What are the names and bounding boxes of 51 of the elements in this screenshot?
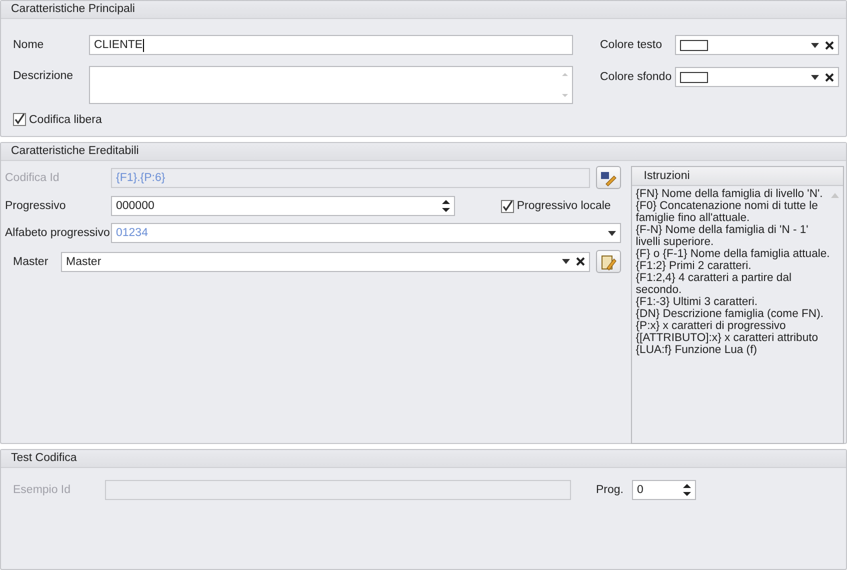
field-label: Codifica Id [5, 172, 60, 184]
instruction-text: {F} o {F-1} Nome della famiglia attuale. [636, 248, 831, 260]
group-header: Caratteristiche Principali [1, 1, 846, 19]
prog-spinner[interactable]: 0 [632, 480, 696, 500]
color-swatch-icon [680, 72, 708, 82]
field-label: Prog. [596, 484, 624, 496]
instruction-text: {F0} Concatenazione nomi di tutte le famiglie fino all'attuale. [636, 200, 819, 224]
scrollbar-icon [561, 70, 569, 100]
instruction-text: {F1:2} Primi 2 caratteri. [636, 260, 752, 272]
open-button[interactable] [596, 250, 621, 273]
dropdown-icon [608, 230, 616, 236]
field-label: Master [12, 256, 50, 268]
color-picker[interactable] [675, 67, 839, 87]
instruction-text: {F-N} Nome della famiglia di 'N - 1' livelli superiore. [636, 224, 810, 248]
progressive-spinner[interactable]: 000000 [111, 196, 455, 216]
clear-icon [576, 257, 585, 266]
edit-text-button[interactable] [596, 166, 621, 189]
panel-header: Istruzioni [632, 167, 844, 186]
group-header: Caratteristiche Ereditabili [1, 143, 846, 161]
clipboard-icon [599, 252, 618, 270]
field-label: Descrizione [13, 69, 74, 82]
field-label: Colore sfondo [600, 71, 673, 83]
master-dropdown[interactable]: Master [61, 252, 590, 272]
instruction-text: {[ATTRIBUTO]:x} x caratteri attributo [636, 332, 820, 344]
dropdown-icon [811, 42, 819, 48]
field-label: Nome [13, 39, 45, 51]
example-id-field[interactable] [105, 480, 571, 500]
clear-icon [825, 40, 834, 50]
instruction-text: {DN} Descrizione famiglia (come FN). [636, 308, 824, 320]
checkbox[interactable]: Progressivo locale [500, 200, 611, 212]
dropdown-icon [811, 74, 819, 80]
spin-arrows-icon [442, 199, 450, 213]
color-picker[interactable] [675, 35, 839, 55]
spin-arrows-icon [683, 483, 691, 497]
field-label: Progressivo [5, 200, 67, 212]
dropdown-icon [562, 259, 570, 264]
clear-icon [825, 72, 834, 82]
field-label: Esempio Id [13, 484, 72, 496]
field-label: Colore testo [600, 39, 664, 51]
checkbox[interactable]: Codifica libera [13, 113, 102, 126]
description-field[interactable] [89, 66, 573, 104]
color-swatch-icon [680, 40, 708, 50]
scroll-up-icon [831, 192, 840, 198]
group-header: Test Codifica [1, 450, 846, 468]
instruction-text: {F1:2,4} 4 caratteri a partire dal secondo. [636, 272, 793, 296]
field-label: Alfabeto progressivo [5, 227, 111, 239]
instruction-text: {LUA:f} Funzione Lua (f) [636, 344, 758, 356]
instruction-text: {F1:-3} Ultimi 3 caratteri. [636, 296, 759, 308]
instruction-text: {FN} Nome della famiglia di livello 'N'. [636, 188, 824, 200]
name-field[interactable]: CLIENTE [89, 35, 573, 55]
instruction-text: {P:x} x caratteri di progressivo [636, 320, 787, 332]
